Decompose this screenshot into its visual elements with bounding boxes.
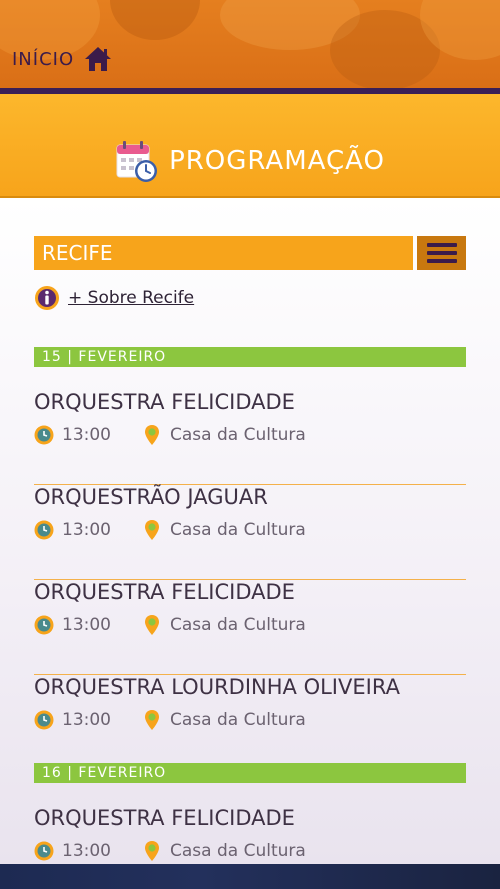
event-meta: 13:00 Casa da Cultura [34, 709, 306, 731]
event-time: 13:00 [62, 615, 111, 635]
event-item[interactable]: ORQUESTRA FELICIDADE 13:00 Casa da Cultu… [34, 580, 466, 675]
date-header: 15 | FEVEREIRO [34, 347, 466, 367]
clock-icon [34, 615, 54, 635]
city-menu-button[interactable] [417, 236, 466, 270]
date-header: 16 | FEVEREIRO [34, 763, 466, 783]
hamburger-icon-line [426, 259, 457, 263]
event-place: Casa da Cultura [170, 841, 306, 861]
calendar-clock-icon [116, 141, 158, 182]
section-header: PROGRAMAÇÃO [0, 94, 500, 198]
location-pin-icon [145, 520, 159, 540]
location-pin-icon [145, 710, 159, 730]
city-selector-row: RECIFE [34, 236, 466, 270]
about-city-link[interactable]: + Sobre Recife [34, 285, 194, 311]
event-meta: 13:00 Casa da Cultura [34, 424, 306, 446]
location-pin-icon [145, 841, 159, 861]
event-title: ORQUESTRA FELICIDADE [34, 580, 295, 604]
event-place: Casa da Cultura [170, 710, 306, 730]
clock-icon [34, 520, 54, 540]
event-time: 13:00 [62, 710, 111, 730]
about-link-label: + Sobre Recife [68, 288, 195, 308]
clock-icon [34, 710, 54, 730]
schedule-content[interactable]: RECIFE + Sobre Recife 15 | FEVEREIRO ORQ… [0, 198, 500, 864]
event-place: Casa da Cultura [170, 425, 306, 445]
hamburger-icon-line [426, 243, 457, 247]
banner-decoration [110, 0, 200, 40]
event-time: 13:00 [62, 425, 111, 445]
event-item[interactable]: ORQUESTRA FELICIDADE 13:00 Casa da Cultu… [34, 390, 466, 485]
page-title: PROGRAMAÇÃO [169, 146, 385, 176]
event-meta: 13:00 Casa da Cultura [34, 614, 306, 636]
clock-icon [34, 841, 54, 861]
home-label: INÍCIO [12, 48, 75, 70]
event-title: ORQUESTRA FELICIDADE [34, 390, 295, 414]
event-item[interactable]: ORQUESTRA LOURDINHA OLIVEIRA 13:00 Casa … [34, 675, 466, 770]
clock-icon [34, 425, 54, 445]
city-select[interactable]: RECIFE [34, 236, 413, 270]
event-item[interactable]: ORQUESTRÃO JAGUAR 13:00 Casa da Cultura [34, 485, 466, 580]
top-bar: INÍCIO [0, 0, 500, 92]
event-title: ORQUESTRA LOURDINHA OLIVEIRA [34, 675, 400, 699]
event-title: ORQUESTRA FELICIDADE [34, 806, 295, 830]
info-icon [35, 286, 59, 310]
bottom-strip [0, 864, 500, 889]
event-meta: 13:00 Casa da Cultura [34, 519, 306, 541]
event-meta: 13:00 Casa da Cultura [34, 840, 306, 862]
home-link[interactable]: INÍCIO [12, 46, 112, 72]
location-pin-icon [145, 615, 159, 635]
hamburger-icon-line [426, 251, 457, 255]
event-title: ORQUESTRÃO JAGUAR [34, 485, 268, 509]
home-icon [85, 47, 112, 71]
event-place: Casa da Cultura [170, 520, 306, 540]
event-place: Casa da Cultura [170, 615, 306, 635]
location-pin-icon [145, 425, 159, 445]
event-time: 13:00 [62, 520, 111, 540]
event-time: 13:00 [62, 841, 111, 861]
